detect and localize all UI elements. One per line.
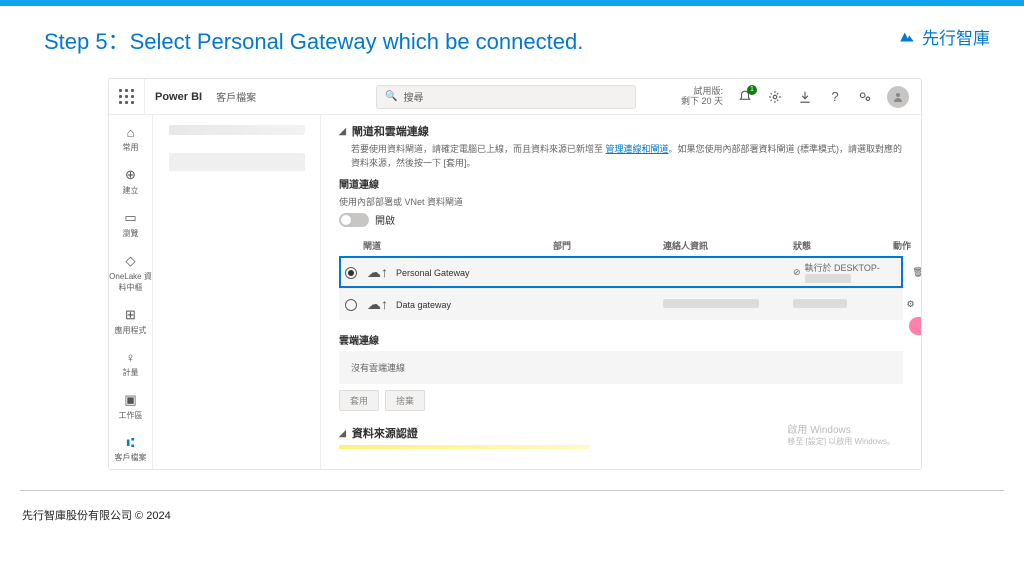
highlight-underline [339,445,589,449]
download-icon[interactable] [797,89,813,105]
rail-metrics[interactable]: ♀計量 [109,346,152,384]
feedback-icon[interactable] [857,89,873,105]
radio-unselected[interactable] [345,299,357,311]
gateway-connections-heading: 閘道連線 [339,176,903,191]
gateway-table-header: 閘道 部門 連絡人資訊 狀態 動作 [339,235,903,256]
trial-status: 試用版: 剩下 20 天 [681,87,723,107]
breadcrumb[interactable]: 客戶檔案 [212,89,256,104]
rail-workspaces[interactable]: ▣工作區 [109,388,152,427]
avatar[interactable] [887,86,909,108]
rail-home[interactable]: ⌂常用 [109,121,152,159]
section-gateway-cloud[interactable]: ◢ 閘道和雲端連線 [339,123,903,139]
apply-button[interactable]: 套用 [339,390,379,411]
nav-rail: ⌂常用 ⊕建立 ▭瀏覽 ◇OneLake 資料中樞 ⊞應用程式 ♀計量 ▣工作區… [109,115,153,469]
checkmark-icon: ⊘ [793,267,801,278]
step-title: Step 5：Select Personal Gateway which be … [44,24,583,56]
delete-icon[interactable]: 🗑 [912,267,921,278]
notifications-icon[interactable]: 1 [737,89,753,105]
gateway-connections-desc: 使用內部部署或 VNet 資料閘道 [339,195,903,208]
radio-selected[interactable] [345,267,357,279]
cloud-none-message: 沒有雲端連線 [339,351,903,384]
caret-icon: ◢ [339,126,346,137]
cloud-connections-heading: 雲端連線 [339,332,903,347]
rail-onelake[interactable]: ◇OneLake 資料中樞 [109,249,152,299]
caret-icon: ◢ [339,428,346,439]
section-description: 若要使用資料閘道，請確定電腦已上線，而且資料來源已新增至 管理連線和閘道。如果您… [351,143,903,170]
gateway-toggle[interactable]: 開啟 [339,212,903,227]
help-icon[interactable]: ? [827,89,843,105]
settings-row-icon[interactable]: ⚙ [907,299,915,310]
search-input[interactable]: 🔍 搜尋 [376,85,636,109]
search-icon: 🔍 [385,91,397,102]
settings-icon[interactable] [767,89,783,105]
app-launcher-icon[interactable] [109,79,145,115]
app-name: Power BI [145,91,212,103]
cloud-upload-icon: ☁↑ [367,264,388,281]
powerbi-screenshot: Power BI 客戶檔案 🔍 搜尋 試用版: 剩下 20 天 1 ? [108,78,922,470]
windows-watermark: 啟用 Windows 移至 [設定] 以啟用 Windows。 [787,421,895,447]
gateway-row-data[interactable]: ☁↑Data gateway ⚙▷ [339,288,903,320]
gateway-row-personal[interactable]: ☁↑Personal Gateway ⊘執行於 DESKTOP- 🗑 [339,256,903,288]
left-pane [153,115,321,469]
brand-logo: 先行智庫 [898,24,990,49]
page-footer: 先行智庫股份有限公司 © 2024 [0,491,1024,523]
cloud-upload-icon: ☁↑ [367,296,388,313]
rail-apps[interactable]: ⊞應用程式 [109,303,152,342]
rail-customer[interactable]: ⑆客戶檔案 [109,431,152,469]
main-content: ◢ 閘道和雲端連線 若要使用資料閘道，請確定電腦已上線，而且資料來源已新增至 管… [321,115,921,469]
rail-create[interactable]: ⊕建立 [109,163,152,202]
manage-connections-link[interactable]: 管理連線和閘道 [606,144,669,154]
discard-button[interactable]: 捨棄 [385,390,425,411]
rail-browse[interactable]: ▭瀏覽 [109,206,152,245]
side-tab[interactable] [909,317,922,335]
